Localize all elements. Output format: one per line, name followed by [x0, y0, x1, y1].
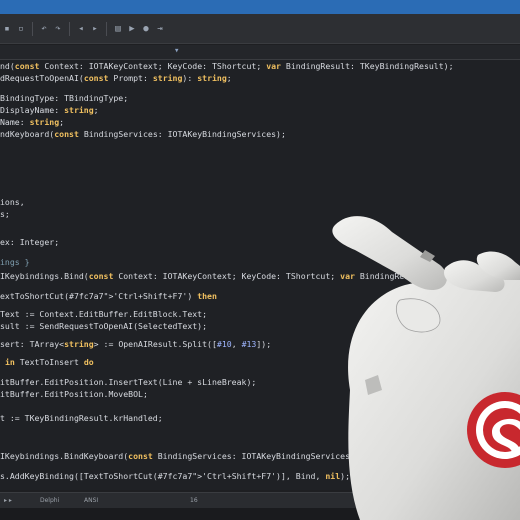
code-line[interactable]: IKeybindings.Bind(const Context: IOTAKey… — [0, 270, 439, 282]
open-icon[interactable]: ▫ — [16, 24, 26, 34]
toolbar-separator — [69, 21, 70, 36]
position-label: 16 — [190, 497, 198, 504]
code-line[interactable]: itBuffer.EditPosition.InsertText(Line + … — [0, 376, 256, 388]
toolbar-separator — [106, 21, 107, 36]
code-line[interactable]: nd(const Context: IOTAKeyContext; KeyCod… — [0, 60, 454, 72]
code-line[interactable]: in TextToInsert do — [0, 356, 94, 368]
code-line[interactable]: itBuffer.EditPosition.MoveBOL; — [0, 388, 148, 400]
status-bar: ▸ ▸ Delphi ANSI 16 — [0, 492, 520, 509]
encoding-label[interactable]: ANSI — [84, 497, 98, 504]
undo-icon[interactable]: ↶ — [39, 24, 49, 34]
code-line[interactable]: DisplayName: string; — [0, 104, 99, 116]
save-icon[interactable]: ▪ — [2, 24, 12, 34]
status-left: ▸ ▸ — [4, 497, 12, 504]
toolbar: ▪ ▫ ↶ ↷ ◂ ▸ ▤ ▶ ● ⇥ — [0, 14, 520, 44]
toolbar-separator — [32, 21, 33, 36]
code-line[interactable]: s; — [0, 208, 10, 220]
code-line[interactable]: ex: Integer; — [0, 236, 59, 248]
code-line[interactable]: BindingType: TBindingType; — [0, 92, 128, 104]
chevron-down-icon[interactable]: ▾ — [174, 46, 179, 56]
redo-icon[interactable]: ↷ — [53, 24, 63, 34]
run-icon[interactable]: ▶ — [127, 24, 137, 34]
code-line[interactable]: dRequestToOpenAI(const Prompt: string): … — [0, 72, 232, 84]
code-line[interactable]: sert: TArray<string> := OpenAIResult.Spl… — [0, 338, 271, 350]
forward-icon[interactable]: ▸ — [90, 24, 100, 34]
code-line[interactable]: s.AddKeyBinding([TextToShortCut(#7fc7a7"… — [0, 470, 350, 482]
code-line[interactable]: ings } — [0, 256, 30, 268]
debug-icon[interactable]: ● — [141, 24, 151, 34]
back-icon[interactable]: ◂ — [76, 24, 86, 34]
code-editor[interactable]: nd(const Context: IOTAKeyContext; KeyCod… — [0, 60, 520, 490]
code-line[interactable]: Name: string; — [0, 116, 64, 128]
code-line[interactable]: extToShortCut(#7fc7a7">'Ctrl+Shift+F7') … — [0, 290, 217, 302]
folder-icon[interactable]: ▤ — [113, 24, 123, 34]
code-line[interactable]: sult := SendRequestToOpenAI(SelectedText… — [0, 320, 207, 332]
title-bar — [0, 0, 520, 14]
code-line[interactable]: Text := Context.EditBuffer.EditBlock.Tex… — [0, 308, 207, 320]
code-line[interactable]: ndKeyboard(const BindingServices: IOTAKe… — [0, 128, 286, 140]
code-line[interactable]: t := TKeyBindingResult.krHandled; — [0, 412, 163, 424]
code-line[interactable]: IKeybindings.BindKeyboard(const BindingS… — [0, 450, 360, 462]
language-label[interactable]: Delphi — [40, 497, 59, 504]
step-icon[interactable]: ⇥ — [155, 24, 165, 34]
bottom-bar — [0, 508, 520, 520]
tab-bar: ▾ — [0, 45, 520, 60]
code-line[interactable]: ions, — [0, 196, 25, 208]
